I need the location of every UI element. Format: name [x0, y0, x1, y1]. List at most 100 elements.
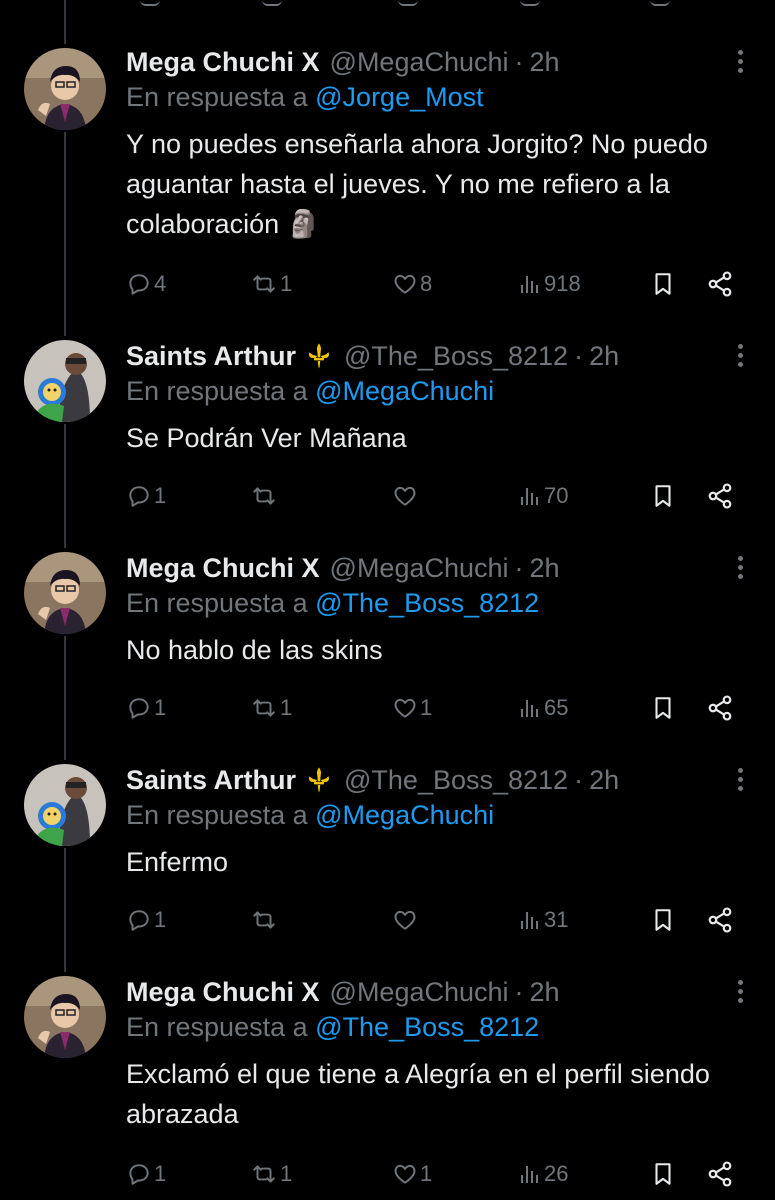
more-icon[interactable]: [735, 768, 745, 791]
like-button[interactable]: [392, 478, 420, 514]
like-button[interactable]: 1: [392, 1156, 432, 1192]
views-count: 65: [544, 695, 569, 720]
avatar-megachuchi-image: [24, 976, 106, 1058]
retweet-button[interactable]: [250, 478, 280, 514]
reply-mention[interactable]: @MegaChuchi: [315, 800, 494, 830]
bookmark-button[interactable]: [650, 902, 676, 938]
more-icon[interactable]: [735, 980, 745, 1003]
tweet[interactable]: Mega Chuchi X @MegaChuchi · 2h En respue…: [0, 548, 775, 738]
fleur-de-lis-badge: [304, 765, 334, 795]
display-name[interactable]: Mega Chuchi X: [126, 47, 320, 78]
tweet[interactable]: Saints Arthur @The_Boss_8212 · 2h En res…: [0, 760, 775, 950]
views-icon: [521, 488, 538, 505]
avatar-saintsarthur[interactable]: [24, 340, 106, 422]
reply-button[interactable]: 1: [126, 1156, 166, 1192]
share-button[interactable]: [706, 690, 734, 726]
bookmark-button[interactable]: [650, 478, 676, 514]
previous-tweet-actions: [0, 0, 775, 14]
display-name[interactable]: Mega Chuchi X: [126, 977, 320, 1008]
timestamp[interactable]: 2h: [530, 553, 560, 584]
reply-context: En respuesta a @MegaChuchi: [126, 800, 494, 831]
tweet-text: No hablo de las skins: [126, 635, 383, 665]
bookmark-button[interactable]: [650, 1156, 676, 1192]
views-count: 70: [544, 483, 569, 508]
action-bar: 1 31: [126, 902, 746, 938]
user-handle[interactable]: @The_Boss_8212: [344, 765, 568, 796]
user-handle[interactable]: @MegaChuchi: [330, 47, 509, 78]
retweet-button[interactable]: [250, 902, 280, 938]
reply-mention[interactable]: @Jorge_Most: [315, 82, 483, 112]
reply-mention[interactable]: @The_Boss_8212: [315, 588, 539, 618]
reply-icon: [129, 486, 149, 507]
user-handle[interactable]: @MegaChuchi: [330, 553, 509, 584]
separator-dot: ·: [574, 764, 584, 795]
avatar-megachuchi-image: [24, 552, 106, 634]
display-name[interactable]: Saints Arthur: [126, 341, 296, 372]
reply-context: En respuesta a @The_Boss_8212: [126, 588, 539, 619]
reply-prefix: En respuesta a: [126, 376, 308, 406]
reply-count: 1: [154, 1161, 167, 1186]
share-icon: [708, 483, 732, 509]
reply-mention[interactable]: @MegaChuchi: [315, 376, 494, 406]
avatar-megachuchi[interactable]: [24, 552, 106, 634]
tweet-text: Exclamó el que tiene a Alegría en el per…: [126, 1059, 710, 1129]
share-button[interactable]: [706, 266, 734, 302]
separator-dot: ·: [574, 340, 584, 371]
timestamp[interactable]: 2h: [589, 341, 619, 372]
retweet-button[interactable]: 1: [250, 690, 292, 726]
more-icon[interactable]: [735, 556, 745, 579]
views-count: 26: [544, 1161, 569, 1186]
retweet-count: 1: [280, 271, 293, 296]
views-icon: [521, 276, 538, 293]
tweet[interactable]: Mega Chuchi X @MegaChuchi · 2h En respue…: [0, 42, 775, 312]
tweet[interactable]: Saints Arthur @The_Boss_8212 · 2h En res…: [0, 336, 775, 526]
reply-mention[interactable]: @The_Boss_8212: [315, 1012, 539, 1042]
share-button[interactable]: [706, 1156, 734, 1192]
share-icon: [708, 271, 732, 297]
more-icon[interactable]: [735, 50, 745, 73]
reply-button[interactable]: 4: [126, 266, 166, 302]
retweet-icon: [253, 699, 275, 717]
tweet[interactable]: Mega Chuchi X @MegaChuchi · 2h En respue…: [0, 972, 775, 1200]
retweet-button[interactable]: 1: [250, 1156, 292, 1192]
heart-icon: [394, 910, 416, 930]
timestamp[interactable]: 2h: [530, 47, 560, 78]
tweet-text: Y no puedes enseñarla ahora Jorgito? No …: [126, 129, 708, 239]
like-count: 1: [420, 1161, 433, 1186]
tweet-header: Mega Chuchi X @MegaChuchi · 2h: [126, 972, 560, 1012]
fleur-de-lis-icon: [309, 343, 330, 369]
timestamp[interactable]: 2h: [589, 765, 619, 796]
bookmark-button[interactable]: [650, 266, 676, 302]
reply-button[interactable]: 1: [126, 902, 166, 938]
reply-button[interactable]: 1: [126, 690, 166, 726]
share-button[interactable]: [706, 478, 734, 514]
reply-icon: [129, 274, 149, 295]
like-button[interactable]: 1: [392, 690, 432, 726]
display-name[interactable]: Saints Arthur: [126, 765, 296, 796]
reply-prefix: En respuesta a: [126, 800, 308, 830]
action-bar: 4 1 8 918: [126, 266, 746, 302]
user-handle[interactable]: @The_Boss_8212: [344, 341, 568, 372]
avatar-megachuchi[interactable]: [24, 48, 106, 130]
views-button[interactable]: 31: [518, 902, 568, 938]
avatar-saintsarthur-image: [24, 340, 106, 422]
user-handle[interactable]: @MegaChuchi: [330, 977, 509, 1008]
more-icon[interactable]: [735, 344, 745, 367]
tweet-text: Enfermo: [126, 847, 229, 877]
display-name[interactable]: Mega Chuchi X: [126, 553, 320, 584]
like-button[interactable]: 8: [392, 266, 432, 302]
avatar-saintsarthur[interactable]: [24, 764, 106, 846]
avatar-megachuchi[interactable]: [24, 976, 106, 1058]
action-bar: 1 1 1 65: [126, 690, 746, 726]
views-button[interactable]: 918: [518, 266, 581, 302]
like-button[interactable]: [392, 902, 420, 938]
share-button[interactable]: [706, 902, 734, 938]
views-button[interactable]: 65: [518, 690, 568, 726]
timestamp[interactable]: 2h: [530, 977, 560, 1008]
retweet-button[interactable]: 1: [250, 266, 292, 302]
reply-count: 4: [154, 271, 167, 296]
views-button[interactable]: 26: [518, 1156, 568, 1192]
views-button[interactable]: 70: [518, 478, 568, 514]
reply-button[interactable]: 1: [126, 478, 166, 514]
bookmark-button[interactable]: [650, 690, 676, 726]
